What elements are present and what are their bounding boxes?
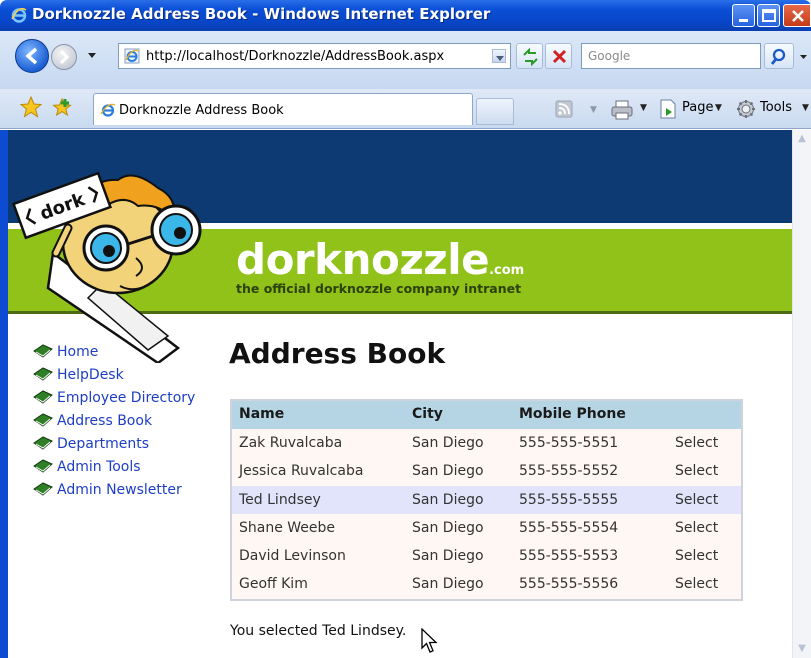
page-dropdown-icon[interactable]: ▼ xyxy=(715,103,722,113)
cell-phone: 555-555-5552 xyxy=(519,463,619,480)
sidebar-item-label: Admin Tools xyxy=(57,459,141,475)
gear-icon xyxy=(737,100,755,118)
site-brand-name: dorknozzle xyxy=(236,235,490,284)
address-input[interactable]: http://localhost/Dorknozzle/AddressBook.… xyxy=(118,43,511,69)
column-header-city: City xyxy=(412,406,443,422)
tab-label: Dorknozzle Address Book xyxy=(119,103,284,118)
cell-phone: 555-555-5555 xyxy=(519,491,619,508)
site-tagline: the official dorknozzle company intranet xyxy=(236,281,522,296)
sidebar-item-label: Admin Newsletter xyxy=(57,482,182,498)
cell-phone: 555-555-5551 xyxy=(519,435,619,451)
select-link[interactable]: Select xyxy=(675,492,718,508)
book-icon xyxy=(33,436,53,450)
window-title: Dorknozzle Address Book - Windows Intern… xyxy=(32,5,491,23)
table-row: Geoff Kim San Diego 555-555-5556 Select xyxy=(232,570,741,599)
page-menu-label: Page xyxy=(682,100,714,115)
cell-name: Ted Lindsey xyxy=(239,491,321,508)
table-row: David Levinson San Diego 555-555-5553 Se… xyxy=(232,542,741,571)
cell-city: San Diego xyxy=(412,435,484,451)
stop-button[interactable] xyxy=(545,43,572,69)
select-link[interactable]: Select xyxy=(675,576,718,592)
page-title: Address Book xyxy=(229,337,446,370)
cell-name: Jessica Ruvalcaba xyxy=(239,463,364,480)
book-icon xyxy=(33,344,53,358)
internet-explorer-icon xyxy=(11,7,27,23)
print-dropdown-icon[interactable]: ▼ xyxy=(640,103,647,113)
dorknozzle-mascot-logo: dork xyxy=(11,171,202,363)
search-input[interactable]: Google xyxy=(581,43,761,69)
cell-city: San Diego xyxy=(412,463,484,480)
cell-phone: 555-555-5554 xyxy=(519,519,619,536)
favorites-center-icon[interactable] xyxy=(20,96,42,118)
page-icon xyxy=(124,48,140,64)
column-header-name: Name xyxy=(239,406,285,422)
book-icon xyxy=(33,390,53,404)
address-dropdown-icon[interactable] xyxy=(492,49,506,63)
book-icon xyxy=(33,413,53,427)
mouse-pointer-icon xyxy=(421,628,438,653)
window-left-border xyxy=(0,130,8,658)
table-row: Shane Weebe San Diego 555-555-5554 Selec… xyxy=(232,513,741,543)
cell-name: Geoff Kim xyxy=(239,576,308,593)
close-button[interactable] xyxy=(783,4,811,27)
grid-header-row: Name City Mobile Phone xyxy=(232,401,741,429)
tab-dorknozzle-address-book[interactable]: Dorknozzle Address Book xyxy=(93,93,473,125)
book-icon xyxy=(33,459,53,473)
sidebar-item-label: Departments xyxy=(57,436,150,452)
selection-status-message: You selected Ted Lindsey. xyxy=(230,623,407,639)
tools-menu-label: Tools xyxy=(760,100,793,115)
column-header-mobile-phone: Mobile Phone xyxy=(519,406,626,422)
cell-city: San Diego xyxy=(412,519,484,536)
refresh-button[interactable] xyxy=(516,43,543,69)
page-menu-icon xyxy=(660,99,676,119)
address-toolbar: http://localhost/Dorknozzle/AddressBook.… xyxy=(0,31,811,89)
new-tab-button[interactable] xyxy=(476,98,514,125)
table-row-selected: Ted Lindsey San Diego 555-555-5555 Selec… xyxy=(232,485,741,514)
back-button[interactable] xyxy=(15,39,49,73)
sidebar-item-label: Home xyxy=(57,344,99,360)
address-url-text: http://localhost/Dorknozzle/AddressBook.… xyxy=(146,49,445,64)
scroll-down-arrow-icon[interactable]: ▼ xyxy=(793,640,811,658)
site-brand-suffix: .com xyxy=(489,263,525,278)
cell-name: Shane Weebe xyxy=(239,519,336,536)
select-link[interactable]: Select xyxy=(675,435,718,451)
add-to-favorites-icon[interactable] xyxy=(51,96,73,118)
vertical-scrollbar[interactable]: ▲ ▼ xyxy=(792,130,811,658)
book-icon xyxy=(33,367,53,381)
book-icon xyxy=(33,482,53,496)
sidebar-item-label: Employee Directory xyxy=(57,390,196,406)
scroll-up-arrow-icon[interactable]: ▲ xyxy=(793,130,811,148)
cell-city: San Diego xyxy=(412,491,484,508)
address-book-grid: Name City Mobile Phone Zak Ruvalcaba San… xyxy=(230,399,743,601)
maximize-button[interactable] xyxy=(757,4,780,27)
sidebar-item-label: Address Book xyxy=(57,413,153,429)
window-title-bar[interactable]: Dorknozzle Address Book - Windows Intern… xyxy=(0,0,811,31)
select-link[interactable]: Select xyxy=(675,548,718,564)
tab-command-bar: Dorknozzle Address Book ▼ ▼ Page ▼ Tools… xyxy=(0,89,811,129)
feeds-dropdown-icon[interactable]: ▼ xyxy=(590,105,597,115)
internet-explorer-icon xyxy=(100,103,116,117)
feeds-icon[interactable] xyxy=(555,100,573,118)
cell-city: San Diego xyxy=(412,548,484,565)
search-options-dropdown-icon[interactable] xyxy=(796,43,811,69)
forward-button[interactable] xyxy=(51,44,77,70)
cell-phone: 555-555-5556 xyxy=(519,576,619,593)
sidebar-item-label: HelpDesk xyxy=(57,367,124,383)
table-row: Zak Ruvalcaba San Diego 555-555-5551 Sel… xyxy=(232,429,741,458)
recent-pages-dropdown-icon[interactable] xyxy=(86,49,98,61)
select-link[interactable]: Select xyxy=(675,520,718,536)
select-link[interactable]: Select xyxy=(675,463,718,479)
table-row: Jessica Ruvalcaba San Diego 555-555-5552… xyxy=(232,457,741,486)
page-viewport: dorknozzle.com the official dorknozzle c… xyxy=(8,130,792,658)
search-placeholder: Google xyxy=(588,49,631,63)
search-button[interactable] xyxy=(764,43,794,69)
cell-city: San Diego xyxy=(412,576,484,593)
cell-phone: 555-555-5553 xyxy=(519,548,619,565)
cell-name: David Levinson xyxy=(239,548,346,565)
tools-dropdown-icon[interactable]: ▼ xyxy=(802,103,809,113)
minimize-button[interactable] xyxy=(732,4,755,27)
print-icon[interactable] xyxy=(610,99,634,121)
cell-name: Zak Ruvalcaba xyxy=(239,435,343,451)
